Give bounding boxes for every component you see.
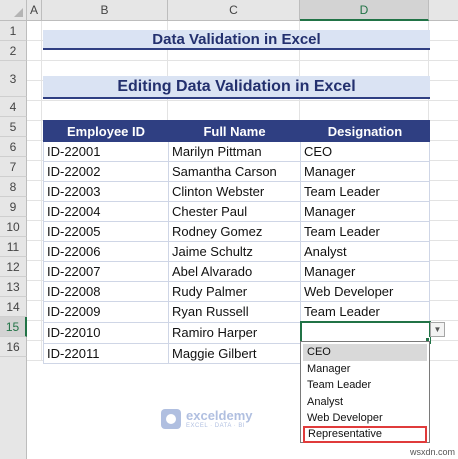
header-designation[interactable]: Designation — [300, 120, 430, 142]
designation-cell[interactable]: Manager — [300, 261, 430, 282]
header-employee-id[interactable]: Employee ID — [43, 120, 169, 142]
designation-cell[interactable]: Manager — [300, 201, 430, 222]
designation-cell[interactable]: Team Leader — [300, 301, 430, 323]
row-header-1[interactable]: 1 — [0, 21, 27, 41]
column-header-b[interactable]: B — [42, 0, 168, 21]
employee-id-cell[interactable]: ID-22011 — [43, 342, 169, 364]
employee-id-cell[interactable]: ID-22004 — [43, 201, 169, 222]
row-header-16[interactable]: 16 — [0, 337, 27, 357]
row-header-13[interactable]: 13 — [0, 277, 27, 297]
table-row: ID-22010 Ramiro Harper — [43, 321, 431, 344]
select-all-corner[interactable] — [0, 0, 27, 21]
designation-cell[interactable]: Manager — [300, 161, 430, 182]
row-header-5[interactable]: 5 — [0, 117, 27, 137]
active-designation-cell[interactable] — [299, 321, 431, 344]
dropdown-option-team-leader[interactable]: Team Leader — [303, 377, 427, 394]
full-name-cell[interactable]: Maggie Gilbert — [168, 342, 301, 364]
table-row: ID-22005 Rodney Gomez Team Leader — [43, 221, 430, 242]
table-row: ID-22001 Marilyn Pittman CEO — [43, 141, 430, 162]
employee-id-cell[interactable]: ID-22008 — [43, 281, 169, 302]
employee-table: Employee ID Full Name Designation ID-220… — [43, 120, 431, 364]
designation-cell[interactable]: CEO — [300, 141, 430, 162]
column-header-c[interactable]: C — [168, 0, 300, 21]
corner-watermark: wsxdn.com — [409, 447, 455, 457]
employee-id-cell[interactable]: ID-22007 — [43, 261, 169, 282]
employee-id-cell[interactable]: ID-22001 — [43, 141, 169, 162]
row-header-6[interactable]: 6 — [0, 137, 27, 157]
full-name-cell[interactable]: Marilyn Pittman — [168, 141, 301, 162]
designation-cell[interactable]: Team Leader — [300, 221, 430, 242]
table-row: ID-22003 Clinton Webster Team Leader — [43, 181, 430, 202]
exceldemy-logo-icon — [161, 409, 181, 429]
employee-id-cell[interactable]: ID-22009 — [43, 301, 169, 323]
dropdown-option-ceo[interactable]: CEO — [303, 344, 427, 361]
exceldemy-watermark: exceldemy EXCEL · DATA · BI — [161, 409, 253, 429]
full-name-cell[interactable]: Rodney Gomez — [168, 221, 301, 242]
employee-id-cell[interactable]: ID-22005 — [43, 221, 169, 242]
full-name-cell[interactable]: Ryan Russell — [168, 301, 301, 323]
column-header-a[interactable]: A — [27, 0, 42, 21]
row-header-7[interactable]: 7 — [0, 157, 27, 177]
dropdown-option-analyst[interactable]: Analyst — [303, 394, 427, 411]
table-row: ID-22002 Samantha Carson Manager — [43, 161, 430, 182]
row-header-blank — [0, 357, 27, 459]
table-row: ID-22006 Jaime Schultz Analyst — [43, 241, 430, 262]
table-header-row: Employee ID Full Name Designation — [43, 120, 430, 142]
sheet-title: Data Validation in Excel — [43, 30, 430, 50]
full-name-cell[interactable]: Rudy Palmer — [168, 281, 301, 302]
row-header-11[interactable]: 11 — [0, 237, 27, 257]
column-header-d[interactable]: D — [300, 0, 429, 21]
employee-id-cell[interactable]: ID-22006 — [43, 241, 169, 262]
full-name-cell[interactable]: Chester Paul — [168, 201, 301, 222]
table-row: ID-22009 Ryan Russell Team Leader — [43, 301, 430, 323]
row-header-14[interactable]: 14 — [0, 297, 27, 317]
dropdown-option-manager[interactable]: Manager — [303, 361, 427, 378]
row-header-4[interactable]: 4 — [0, 97, 27, 117]
designation-cell[interactable]: Analyst — [300, 241, 430, 262]
validation-dropdown-list: CEO Manager Team Leader Analyst Web Deve… — [300, 341, 430, 443]
full-name-cell[interactable]: Clinton Webster — [168, 181, 301, 202]
chevron-down-icon: ▼ — [433, 325, 442, 334]
designation-cell[interactable]: Web Developer — [300, 281, 430, 302]
sheet-subtitle: Editing Data Validation in Excel — [43, 76, 430, 99]
row-header-10[interactable]: 10 — [0, 217, 27, 237]
employee-id-cell[interactable]: ID-22003 — [43, 181, 169, 202]
header-full-name[interactable]: Full Name — [168, 120, 301, 142]
full-name-cell[interactable]: Samantha Carson — [168, 161, 301, 182]
watermark-tagline: EXCEL · DATA · BI — [186, 423, 246, 429]
row-header-3[interactable]: 3 — [0, 61, 27, 97]
table-row: ID-22004 Chester Paul Manager — [43, 201, 430, 222]
row-header-15[interactable]: 15 — [0, 317, 27, 337]
row-header-8[interactable]: 8 — [0, 177, 27, 197]
dropdown-option-representative[interactable]: Representative — [303, 426, 427, 443]
employee-id-cell[interactable]: ID-22010 — [43, 321, 169, 344]
column-header-e[interactable] — [429, 0, 458, 21]
full-name-cell[interactable]: Jaime Schultz — [168, 241, 301, 262]
row-header-2[interactable]: 2 — [0, 41, 27, 61]
row-header-12[interactable]: 12 — [0, 257, 27, 277]
row-header-9[interactable]: 9 — [0, 197, 27, 217]
designation-cell[interactable]: Team Leader — [300, 181, 430, 202]
dropdown-option-web-developer[interactable]: Web Developer — [303, 410, 427, 427]
full-name-cell[interactable]: Abel Alvarado — [168, 261, 301, 282]
validation-dropdown-button[interactable]: ▼ — [430, 322, 445, 337]
table-row: ID-22007 Abel Alvarado Manager — [43, 261, 430, 282]
full-name-cell[interactable]: Ramiro Harper — [168, 321, 301, 344]
table-row: ID-22008 Rudy Palmer Web Developer — [43, 281, 430, 302]
watermark-name: exceldemy — [186, 408, 253, 423]
employee-id-cell[interactable]: ID-22002 — [43, 161, 169, 182]
